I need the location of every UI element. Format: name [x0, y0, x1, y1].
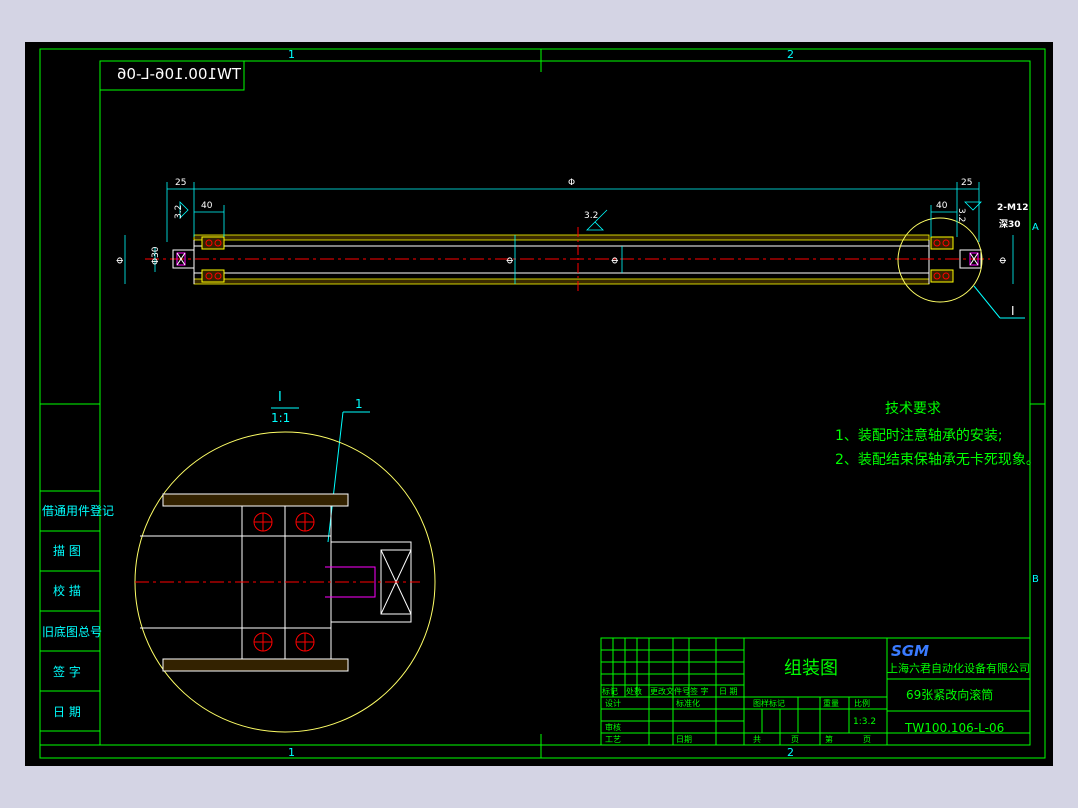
lbl-sheet-no: 第 [825, 734, 833, 744]
hdr-sign: 签 字 [690, 686, 709, 696]
lbl-total: 共 [753, 735, 761, 744]
dimension-labels: 25 25 Φ 40 40 3.2 3.2 3.2 2-M12 深30 Φ Φ3… [116, 178, 1028, 318]
dim-left-25: 25 [175, 178, 186, 188]
part-name: 69张紧改向滚筒 [906, 687, 993, 702]
strip-cell-2: 描 图 [53, 544, 81, 558]
mirrored-title: TW100.106-L-06 [117, 65, 242, 83]
dim-right-outer: Φ [999, 257, 1009, 264]
zone-top-1: 1 [288, 48, 295, 61]
company-name: 上海六君自动化设备有限公司 [887, 661, 1030, 675]
tech-requirements: 技术要求 1、装配时注意轴承的安装; 2、装配结束保轴承无卡死现象。 [835, 401, 1040, 468]
strip-cell-5: 签 字 [53, 664, 81, 679]
zone-right-b: B [1032, 574, 1039, 585]
company-logo: SGM [891, 642, 929, 660]
lbl-design: 设计 [605, 698, 621, 708]
roller-view [145, 217, 1025, 319]
dim-left-outer: Φ [116, 257, 126, 264]
lbl-sheets-2: 页 [863, 735, 871, 744]
lbl-process: 工艺 [605, 735, 621, 744]
zone-bottom-2: 2 [787, 746, 794, 759]
dim-total: Φ [568, 178, 575, 188]
title-block-text: 组装图 SGM 上海六君自动化设备有限公司 69张紧改向滚筒 TW100.106… [602, 642, 1030, 744]
dim-center-1: Φ [506, 257, 516, 264]
req-item-1: 1、装配时注意轴承的安装; [835, 427, 1003, 444]
lbl-standardize: 标准化 [676, 698, 700, 708]
detail-part-no: 1 [355, 397, 363, 411]
dim-left-inner: Φ30 [151, 246, 161, 265]
dim-right-25: 25 [961, 178, 972, 188]
zone-right-a: A [1032, 222, 1039, 233]
lbl-sheets: 页 [791, 735, 799, 744]
left-strip [40, 403, 100, 746]
hdr-change-doc: 更改文件号 [650, 686, 690, 696]
detail-marker-circle [897, 217, 983, 303]
hdr-mark: 标记 [602, 686, 618, 696]
hdr-count: 处数 [626, 686, 642, 696]
scale-value: 1:3.2 [853, 717, 876, 727]
mirrored-title-box: TW100.106-L-06 [99, 60, 245, 91]
dim-right-3-2: 3.2 [956, 208, 966, 222]
dim-center-2: Φ [611, 257, 621, 264]
dim-thread: 2-M12 [997, 203, 1028, 213]
zone-top-2: 2 [787, 48, 794, 61]
lbl-ratio: 比例 [854, 698, 870, 708]
lbl-weight: 重量 [823, 698, 839, 708]
zone-bottom-1: 1 [288, 746, 295, 759]
dim-thread-depth: 深30 [999, 218, 1021, 230]
lbl-stage-mark: 图样标记 [753, 698, 785, 708]
strip-cell-1: 借通用件登记 [42, 503, 114, 518]
strip-cell-6: 日 期 [53, 705, 81, 719]
main-dimensions [124, 182, 1014, 284]
detail-label: I [278, 390, 282, 405]
cad-drawing: 1 2 1 2 A B TW100.106-L-06 借通用件登记 描 图 校 … [39, 48, 1046, 759]
lbl-date: 日期 [676, 735, 692, 744]
req-item-2: 2、装配结束保轴承无卡死现象。 [835, 452, 1040, 468]
strip-cell-3: 校 描 [53, 583, 81, 598]
hdr-date: 日 期 [719, 687, 738, 696]
strip-cell-4: 旧底图总号 [42, 624, 102, 639]
drawing-name: 组装图 [784, 658, 838, 679]
detail-view: I 1:1 1 [134, 390, 436, 733]
drawing-sheet: 1 2 1 2 A B TW100.106-L-06 借通用件登记 描 图 校 … [25, 42, 1053, 766]
detail-callout: I [1011, 304, 1015, 318]
req-title: 技术要求 [885, 401, 941, 417]
detail-scale: 1:1 [271, 411, 290, 425]
dim-left-40: 40 [201, 201, 213, 211]
drawing-number: TW100.106-L-06 [904, 721, 1004, 735]
lbl-review: 审核 [605, 722, 621, 732]
dim-center-3-2: 3.2 [584, 211, 598, 221]
dim-right-40: 40 [936, 201, 948, 211]
dim-left-3-2: 3.2 [174, 205, 184, 219]
